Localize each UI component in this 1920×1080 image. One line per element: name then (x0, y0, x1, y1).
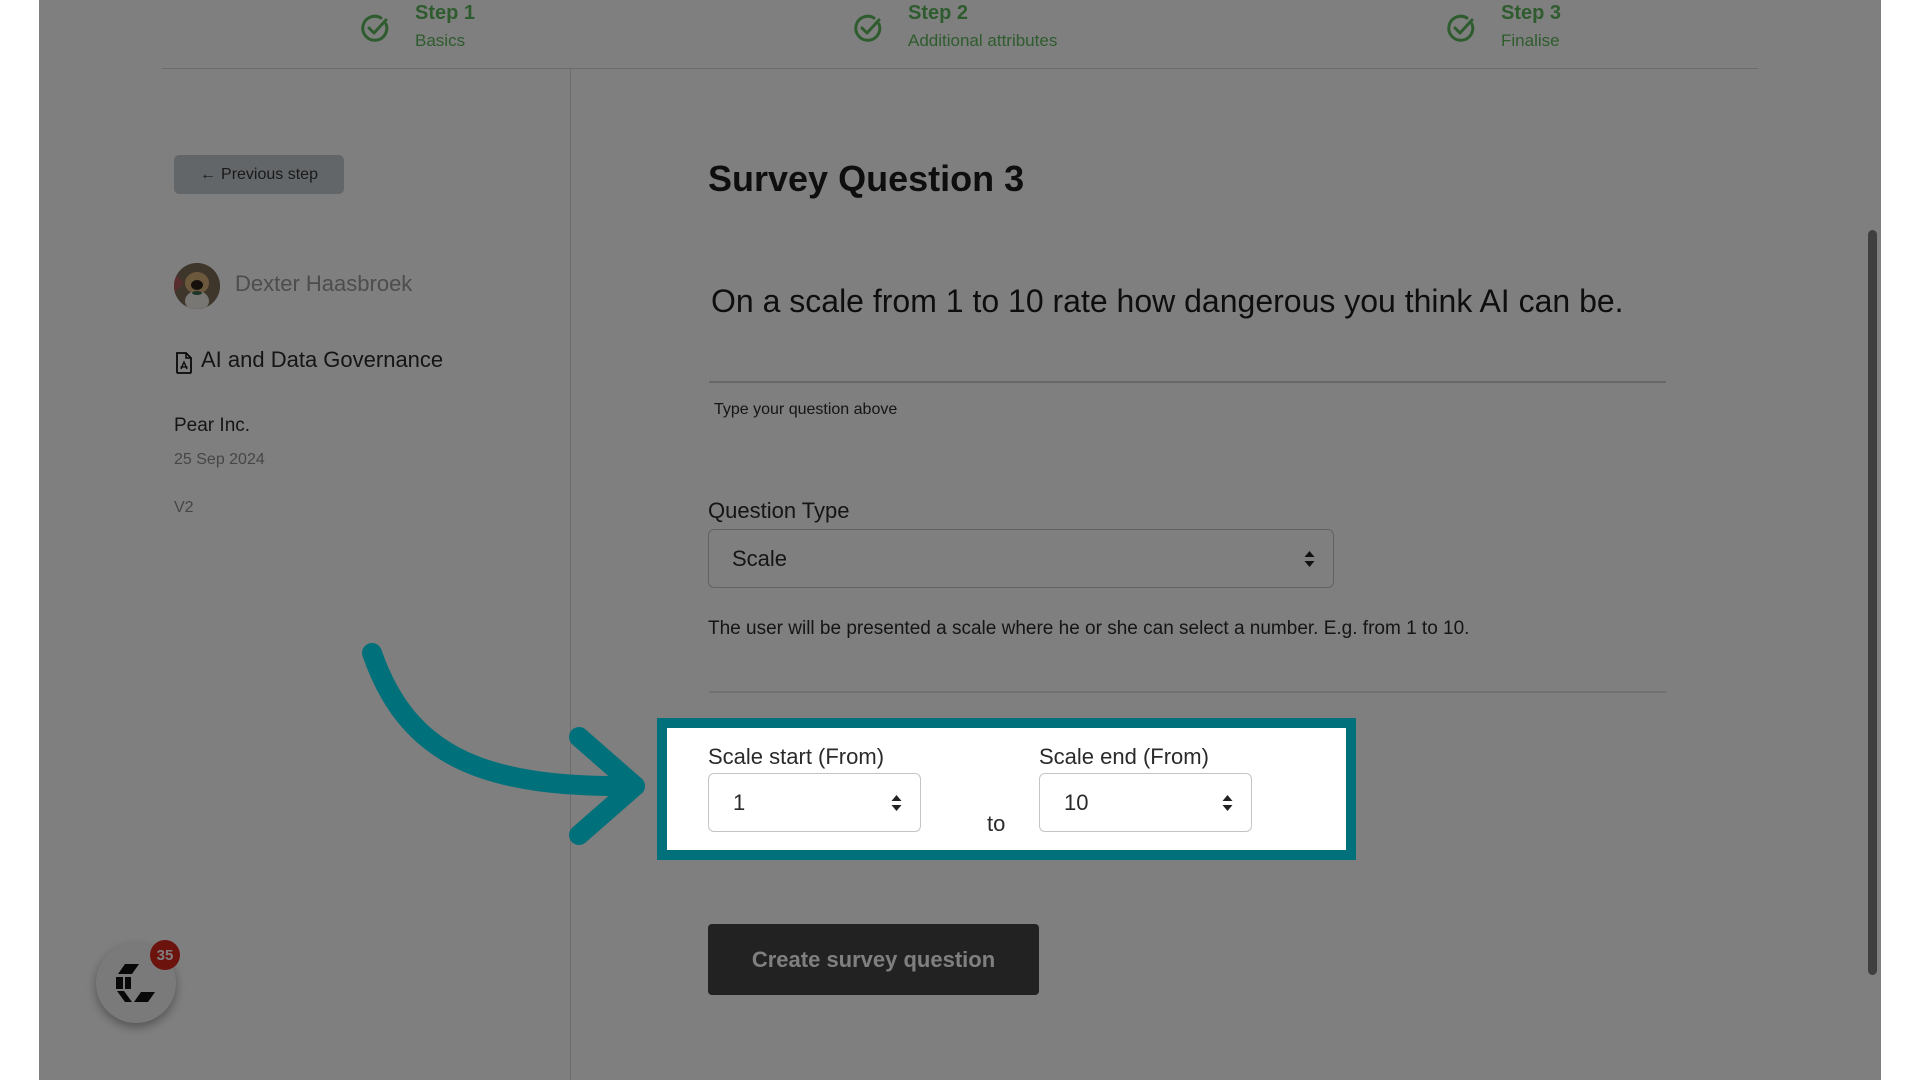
select-updown-icon (891, 794, 902, 811)
question-hint: Type your question above (714, 401, 898, 418)
header-divider (162, 68, 1758, 69)
scale-to-label: to (987, 811, 1006, 836)
question-type-description: The user will be presented a scale where… (708, 618, 1470, 639)
question-type-select[interactable]: Scale (708, 529, 1334, 588)
check-circle-icon (1447, 14, 1475, 42)
step-subtitle: Additional attributes (908, 31, 1058, 50)
scale-end-label: Scale end (From) (1039, 744, 1209, 769)
check-circle-icon (361, 14, 389, 42)
avatar-image (174, 263, 220, 309)
create-survey-question-button[interactable]: Create survey question (708, 924, 1039, 995)
document-version: V2 (174, 499, 194, 516)
page: Step 1 Basics Step 2 Additional attribut… (39, 0, 1881, 1080)
previous-step-button[interactable]: ← Previous step (174, 155, 344, 194)
page-title: Survey Question 3 (708, 158, 1025, 199)
question-type-label: Question Type (708, 498, 850, 523)
scrollbar[interactable] (1868, 230, 1877, 975)
step-subtitle: Finalise (1501, 31, 1560, 50)
question-underline (709, 381, 1666, 383)
user-name[interactable]: Dexter Haasbroek (235, 271, 412, 297)
select-updown-icon (1304, 550, 1315, 567)
arrow-left-icon: ← (200, 165, 217, 183)
scale-start-value: 1 (733, 789, 746, 815)
step-subtitle: Basics (415, 31, 466, 50)
scale-range-highlight: Scale start (From) 1 to Scale end (From)… (657, 718, 1356, 860)
document-name[interactable]: AI and Data Governance (201, 347, 443, 373)
notification-badge: 35 (150, 940, 180, 970)
organization-name: Pear Inc. (174, 415, 251, 436)
select-updown-icon (1222, 794, 1233, 811)
question-type-value: Scale (732, 545, 788, 571)
scale-end-select[interactable]: 10 (1039, 773, 1252, 832)
scale-start-select[interactable]: 1 (708, 773, 921, 832)
step-title: Step 3 (1501, 2, 1562, 24)
avatar (174, 263, 220, 309)
scale-end-value: 10 (1064, 789, 1089, 815)
section-divider (709, 691, 1666, 693)
document-date: 25 Sep 2024 (174, 451, 265, 468)
file-pdf-icon (176, 352, 192, 374)
check-circle-icon (854, 14, 882, 42)
sidebar-divider (570, 68, 571, 1080)
step-title: Step 1 (415, 2, 476, 24)
step-title: Step 2 (908, 2, 969, 24)
previous-step-label: Previous step (221, 165, 318, 183)
question-input[interactable]: On a scale from 1 to 10 rate how dangero… (711, 282, 1671, 320)
scale-start-label: Scale start (From) (708, 744, 885, 769)
